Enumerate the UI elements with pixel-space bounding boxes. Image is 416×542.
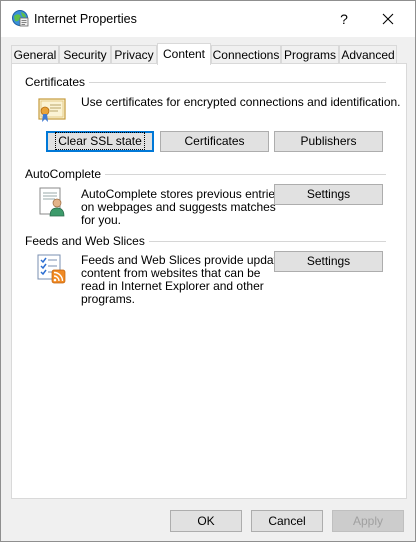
certificates-description: Use certificates for encrypted connectio… — [81, 95, 401, 109]
title-bar: Internet Properties ? — [1, 1, 415, 37]
help-button[interactable]: ? — [329, 5, 359, 33]
feeds-description: Feeds and Web Slices provide updated con… — [81, 254, 290, 306]
close-button[interactable] — [373, 5, 403, 33]
autocomplete-heading: AutoComplete — [25, 167, 106, 181]
autocomplete-icon — [36, 186, 68, 221]
tab-privacy[interactable]: Privacy — [111, 45, 157, 63]
tab-general[interactable]: General — [11, 45, 59, 63]
tab-connections[interactable]: Connections — [211, 45, 281, 63]
autocomplete-description-line: for you. — [81, 213, 122, 227]
tab-security[interactable]: Security — [59, 45, 111, 63]
publishers-button[interactable]: Publishers — [274, 131, 383, 152]
feeds-heading: Feeds and Web Slices — [25, 234, 149, 248]
tab-programs[interactable]: Programs — [281, 45, 339, 63]
autocomplete-description: AutoComplete stores previous entries on … — [81, 188, 281, 227]
certificate-icon — [36, 96, 68, 129]
window-title: Internet Properties — [34, 12, 137, 26]
feeds-settings-button[interactable]: Settings — [274, 251, 383, 272]
tab-strip: General Security Privacy Content Connect… — [11, 43, 407, 65]
internet-properties-dialog: Internet Properties ? General Security P… — [0, 0, 416, 542]
apply-button[interactable]: Apply — [332, 510, 404, 532]
internet-options-icon — [11, 9, 29, 27]
autocomplete-settings-button[interactable]: Settings — [274, 184, 383, 205]
tab-content[interactable]: Content — [157, 43, 211, 65]
feeds-icon — [36, 253, 68, 288]
content-tab-panel: Certificates Use certificates for encryp… — [11, 63, 407, 499]
clear-ssl-state-button[interactable]: Clear SSL state — [46, 131, 154, 152]
clear-ssl-state-label: Clear SSL state — [55, 132, 145, 150]
ok-button[interactable]: OK — [170, 510, 242, 532]
certificates-button[interactable]: Certificates — [160, 131, 269, 152]
close-icon — [382, 13, 394, 25]
tab-advanced[interactable]: Advanced — [339, 45, 397, 63]
cancel-button[interactable]: Cancel — [251, 510, 323, 532]
feeds-description-line: programs. — [81, 292, 136, 306]
certificates-heading: Certificates — [25, 75, 90, 89]
